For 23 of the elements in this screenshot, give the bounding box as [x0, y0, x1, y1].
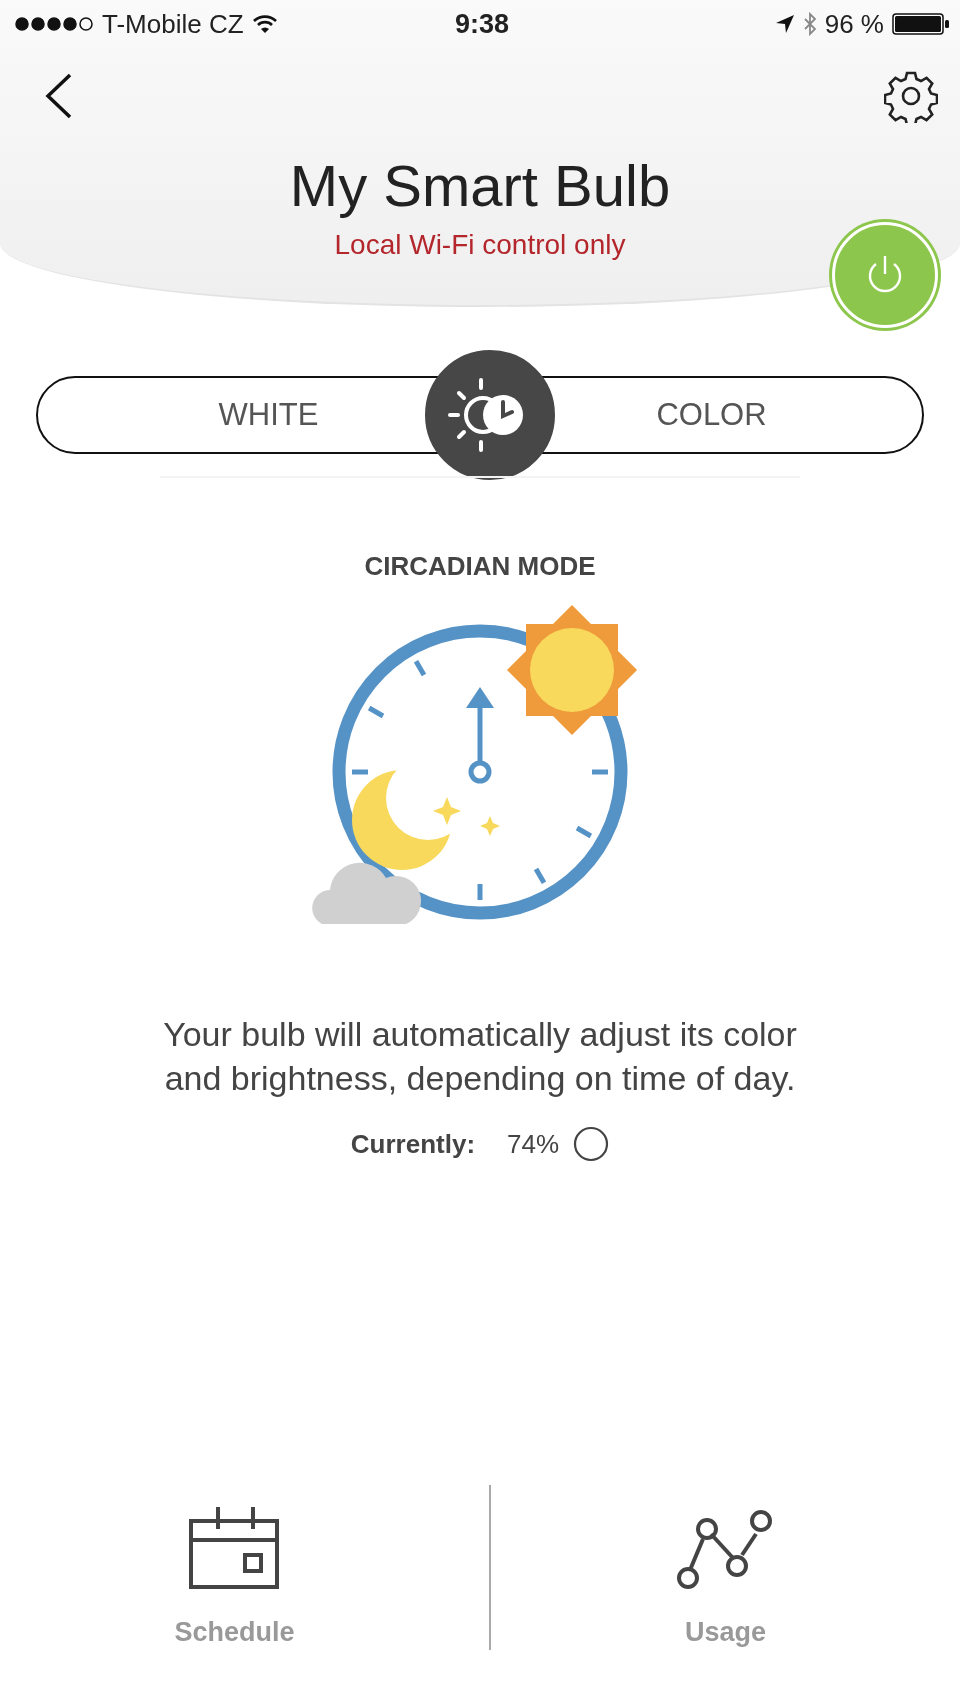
current-label: Currently:	[350, 1128, 476, 1160]
back-button[interactable]	[44, 72, 74, 120]
calendar-icon	[188, 1505, 281, 1591]
gear-icon	[884, 69, 938, 123]
bluetooth-icon	[802, 12, 817, 36]
carrier-name: T-Mobile CZ	[102, 8, 244, 40]
signal-icon	[14, 16, 94, 32]
mode-title: CIRCADIAN MODE	[364, 551, 596, 582]
settings-button[interactable]	[884, 69, 938, 123]
status-time: 9:38	[454, 8, 509, 40]
chevron-left-icon	[44, 72, 74, 120]
mode-tab[interactable]: COLOR	[555, 378, 922, 452]
wifi-icon	[251, 14, 278, 34]
mode-description: Your bulb will automatically adjust its color and brightness, depending on time of day.	[162, 1014, 798, 1099]
connection-note: Local Wi-Fi control only	[334, 229, 626, 261]
color-swatch-icon	[573, 1126, 610, 1162]
location-icon	[774, 14, 795, 34]
device-title: My Smart Bulb	[289, 152, 671, 219]
mode-tab[interactable]: WHITE	[38, 378, 425, 452]
line-graph-icon	[676, 1509, 775, 1591]
battery-icon	[892, 12, 950, 36]
current-value: 74%	[507, 1128, 560, 1160]
battery-percent: 96 %	[824, 8, 884, 40]
